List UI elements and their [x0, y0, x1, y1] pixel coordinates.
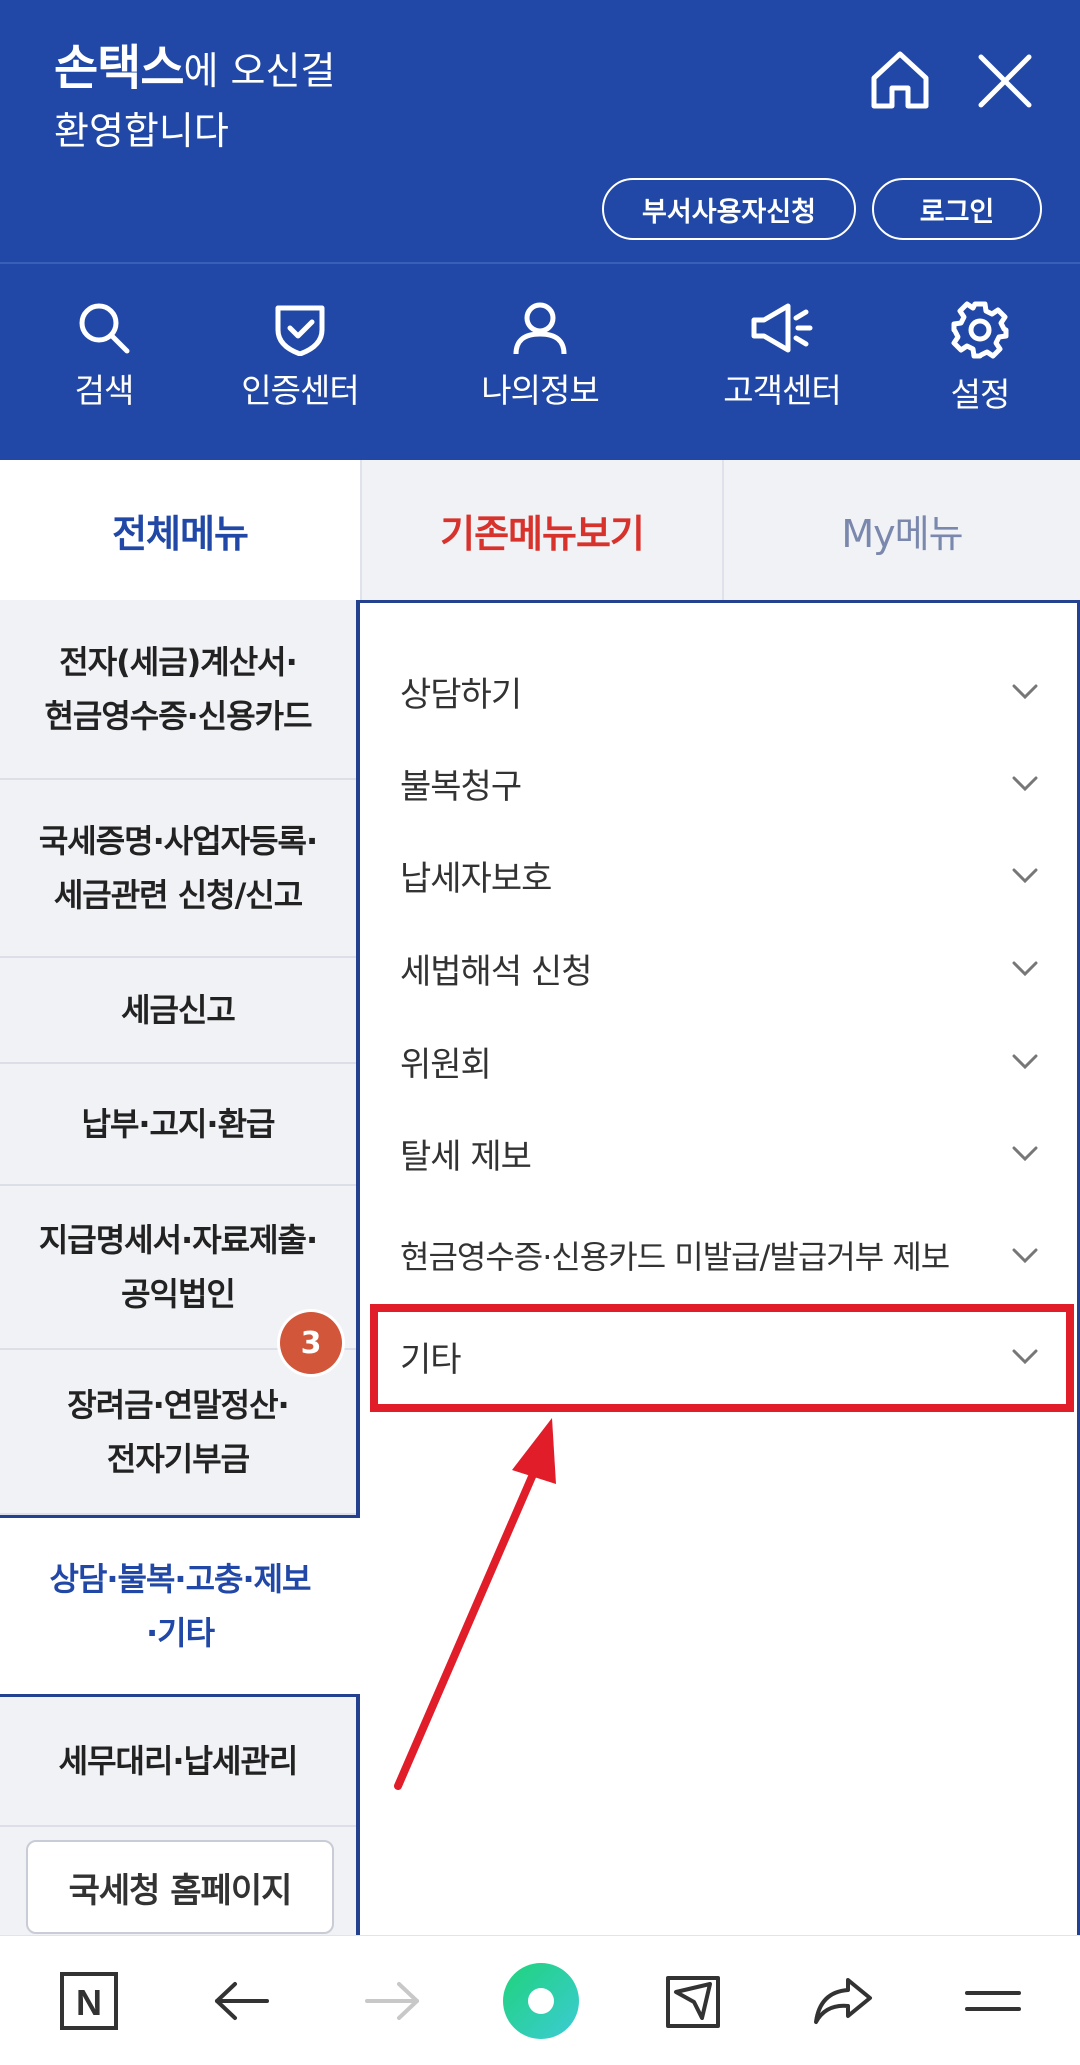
gear-icon — [951, 301, 1009, 359]
quick-search-label: 검색 — [74, 371, 135, 410]
chevron-down-icon — [1012, 1146, 1038, 1162]
chevron-down-icon — [1012, 776, 1038, 792]
submenu-label: 불복청구 — [400, 766, 522, 807]
forward-arrow-icon[interactable] — [356, 1964, 430, 2038]
category-item[interactable]: 세무대리·납세관리 — [0, 1697, 356, 1827]
category-item-active[interactable]: 상담·불복·고충·제보 ·기타 — [0, 1515, 360, 1697]
submenu-label: 현금영수증·신용카드 미발급/발급거부 제보 — [400, 1238, 950, 1276]
browser-bottom-bar: N — [0, 1935, 1080, 2065]
submenu-item[interactable]: 상담하기 — [400, 656, 1040, 726]
welcome-message: 손택스에 오신걸 환영합니다 — [54, 38, 335, 161]
submenu-item[interactable]: 위원회 — [400, 1026, 1040, 1096]
quick-settings-label: 설정 — [950, 375, 1011, 414]
home-icon[interactable] — [868, 48, 932, 112]
category-item[interactable]: 세금신고 — [0, 958, 356, 1064]
bookmark-send-icon[interactable] — [656, 1964, 730, 2038]
submenu-label: 상담하기 — [400, 674, 522, 715]
chevron-down-icon — [1012, 684, 1038, 700]
submenu-item[interactable]: 납세자보호 — [400, 840, 1040, 910]
person-icon — [513, 302, 567, 355]
quick-customer-center[interactable]: 고객센터 — [692, 300, 872, 420]
search-icon — [79, 303, 130, 354]
chevron-down-icon — [1012, 961, 1038, 977]
welcome-suffix: 에 오신걸 — [183, 49, 336, 93]
naver-icon[interactable]: N — [52, 1964, 126, 2038]
submenu-label: 위원회 — [400, 1044, 492, 1085]
step-badge: 3 — [280, 1312, 342, 1374]
welcome-line2: 환영합니다 — [54, 109, 229, 153]
category-item[interactable]: 국세증명·사업자등록· 세금관련 신청/신고 — [0, 780, 356, 958]
header: 손택스에 오신걸 환영합니다 부서사용자신청 로그인 검색 인증센터 나의정보 — [0, 0, 1080, 460]
chevron-down-icon — [1012, 868, 1038, 884]
category-item[interactable]: 납부·고지·환급 — [0, 1064, 356, 1186]
category-item[interactable]: 장려금·연말정산· 전자기부금 — [0, 1350, 356, 1515]
tab-legacy-menu[interactable]: 기존메뉴보기 — [360, 460, 722, 600]
quick-auth-label: 인증센터 — [241, 371, 359, 410]
highlight-box — [370, 1304, 1074, 1412]
quick-my-info[interactable]: 나의정보 — [450, 300, 630, 420]
close-icon[interactable] — [976, 52, 1034, 110]
back-arrow-icon[interactable] — [204, 1964, 278, 2038]
header-divider — [0, 262, 1080, 264]
tab-my-menu[interactable]: My메뉴 — [722, 460, 1080, 600]
submenu-item[interactable]: 탈세 제보 — [400, 1118, 1040, 1188]
share-icon[interactable] — [806, 1964, 880, 2038]
login-button[interactable]: 로그인 — [872, 178, 1042, 240]
dept-user-apply-button[interactable]: 부서사용자신청 — [602, 178, 856, 240]
submenu-item[interactable]: 세법해석 신청 — [400, 933, 1040, 1003]
nts-homepage-button[interactable]: 국세청 홈페이지 — [26, 1840, 334, 1934]
submenu-item[interactable]: 불복청구 — [400, 748, 1040, 818]
category-item[interactable]: 전자(세금)계산서· 현금영수증·신용카드 — [0, 600, 356, 780]
quick-auth-center[interactable]: 인증센터 — [210, 300, 390, 420]
chevron-down-icon — [1012, 1054, 1038, 1070]
brand-name: 손택스 — [54, 40, 184, 96]
submenu-item[interactable]: 현금영수증·신용카드 미발급/발급거부 제보 — [400, 1220, 1040, 1290]
quick-my-info-label: 나의정보 — [481, 371, 599, 410]
chevron-down-icon — [1012, 1248, 1038, 1264]
menu-icon[interactable] — [956, 1964, 1030, 2038]
tab-all-menu[interactable]: 전체메뉴 — [0, 460, 360, 600]
shield-check-icon — [275, 305, 325, 356]
megaphone-icon — [751, 303, 813, 353]
quick-customer-label: 고객센터 — [723, 371, 841, 410]
submenu-label: 세법해석 신청 — [400, 951, 592, 992]
submenu-label: 탈세 제보 — [400, 1136, 532, 1177]
menu-tabs: 전체메뉴 기존메뉴보기 My메뉴 — [0, 460, 1080, 600]
green-dot-icon[interactable] — [502, 1962, 580, 2040]
quick-search[interactable]: 검색 — [14, 300, 194, 420]
submenu-label: 납세자보호 — [400, 858, 552, 899]
quick-settings[interactable]: 설정 — [890, 300, 1070, 420]
naver-letter: N — [76, 1982, 102, 2023]
